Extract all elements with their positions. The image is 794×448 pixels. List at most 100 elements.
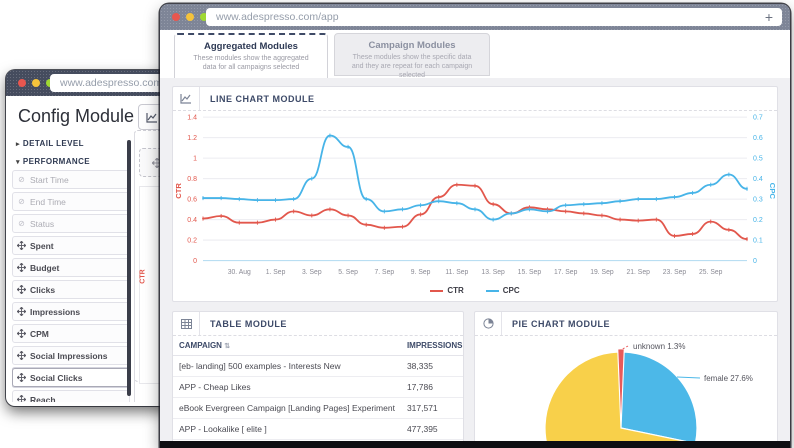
tab-strip: Aggregated Modules These modules show th… — [160, 30, 790, 79]
svg-text:7. Sep: 7. Sep — [375, 269, 395, 276]
column-header-campaign[interactable]: CAMPAIGN ⇅ — [173, 336, 401, 356]
sidebar-item-spent[interactable]: Spent — [12, 236, 130, 255]
sidebar-section-detail-level[interactable]: ▸DETAIL LEVEL — [12, 134, 130, 152]
module-header: LINE CHART MODULE — [173, 87, 777, 111]
sidebar-item-label: Reach — [30, 395, 56, 403]
tab-campaign-modules[interactable]: Campaign Modules These modules show the … — [334, 33, 490, 76]
table-row[interactable]: APP - Cheap Likes17,786122 — [173, 377, 464, 398]
svg-text:23. Sep: 23. Sep — [663, 269, 687, 276]
tab-label: Aggregated Modules — [175, 41, 327, 52]
sidebar-scrollbar[interactable] — [127, 140, 131, 396]
svg-text:17. Sep: 17. Sep — [554, 269, 578, 276]
svg-text:0: 0 — [193, 257, 197, 265]
svg-text:unknown 1.3%: unknown 1.3% — [633, 342, 685, 351]
svg-text:0.5: 0.5 — [753, 155, 763, 163]
svg-text:25. Sep: 25. Sep — [699, 269, 723, 276]
svg-text:CPC: CPC — [768, 183, 777, 200]
move-icon — [17, 329, 26, 338]
sidebar-item-cpm[interactable]: CPM — [12, 324, 130, 343]
svg-text:9. Sep: 9. Sep — [411, 269, 431, 276]
window-bottom-shadow — [160, 441, 790, 448]
sidebar-item-label: Social Clicks — [30, 373, 82, 383]
page-title: Config Module — [18, 106, 134, 127]
sidebar-item-social-clicks[interactable]: Social Clicks — [12, 368, 130, 387]
sidebar-item-impressions[interactable]: Impressions — [12, 302, 130, 321]
module-title: PIE CHART MODULE — [502, 312, 610, 335]
tab-description: These modules show the aggregated data f… — [175, 55, 327, 73]
sidebar-item-label: Start Time — [30, 175, 69, 185]
move-icon — [17, 263, 26, 272]
svg-text:0.4: 0.4 — [187, 216, 197, 224]
line-chart-icon — [173, 87, 200, 110]
chevron-right-icon: ▸ — [16, 141, 20, 148]
sidebar-item-label: Status — [30, 219, 54, 229]
line-chart-module: LINE CHART MODULE 1.41.210.80.60.40.200.… — [172, 86, 778, 302]
sidebar-item-reach[interactable]: Reach — [12, 390, 130, 402]
legend-item-ctr[interactable]: CTR — [430, 286, 463, 295]
sidebar-section-performance[interactable]: ▾PERFORMANCE — [12, 152, 130, 170]
module-header: PIE CHART MODULE — [475, 312, 777, 336]
module-title: LINE CHART MODULE — [200, 87, 315, 110]
sidebar-item-start-time: ⊘Start Time — [12, 170, 130, 189]
sort-arrows-icon: ⇅ — [224, 343, 230, 350]
pie-chart-module: PIE CHART MODULE unknown 1.3%female 27.6… — [474, 311, 778, 448]
svg-text:1.4: 1.4 — [187, 114, 197, 122]
legend-swatch — [430, 290, 443, 292]
move-icon — [17, 241, 26, 250]
app-window: www.adespresso.com/app + Aggregated Modu… — [160, 4, 790, 448]
table-icon — [173, 312, 200, 335]
move-icon — [17, 307, 26, 316]
sidebar-item-label: Budget — [30, 263, 59, 273]
new-tab-button[interactable]: + — [765, 8, 773, 26]
minimize-window-button[interactable] — [32, 79, 40, 87]
svg-text:13. Sep: 13. Sep — [481, 269, 505, 276]
svg-text:0.2: 0.2 — [187, 237, 197, 245]
table-row[interactable]: APP - Lookalike [ elite ]477,3951,006 — [173, 419, 464, 440]
table-row[interactable]: [eb- landing] 500 examples - Interests N… — [173, 356, 464, 377]
svg-text:0.1: 0.1 — [753, 237, 763, 245]
svg-text:0.6: 0.6 — [187, 196, 197, 204]
table-module: TABLE MODULE CAMPAIGN ⇅IMPRESSIONS ⇅CLIC… — [172, 311, 464, 448]
svg-text:5. Sep: 5. Sep — [338, 269, 358, 276]
svg-text:1.2: 1.2 — [187, 134, 197, 142]
pie-chart: unknown 1.3%female 27.6% — [475, 336, 777, 448]
svg-text:19. Sep: 19. Sep — [590, 269, 614, 276]
url-text: www.adespresso.com/app — [216, 11, 339, 23]
blocked-icon: ⊘ — [17, 219, 26, 228]
table-row[interactable]: eBook Evergreen Campaign [Landing Pages]… — [173, 398, 464, 419]
svg-text:21. Sep: 21. Sep — [626, 269, 650, 276]
tab-aggregated-modules[interactable]: Aggregated Modules These modules show th… — [174, 33, 328, 79]
config-sidebar: ▸DETAIL LEVEL▾PERFORMANCE⊘Start Time ⊘ End… — [12, 134, 135, 402]
close-window-button[interactable] — [172, 13, 180, 21]
minimize-window-button[interactable] — [186, 13, 194, 21]
close-window-button[interactable] — [18, 79, 26, 87]
sidebar-item-label: Spent — [30, 241, 54, 251]
svg-text:0.6: 0.6 — [753, 134, 763, 142]
svg-text:0.8: 0.8 — [187, 175, 197, 183]
sidebar-item-social-impressions[interactable]: Social Impressions — [12, 346, 130, 365]
svg-text:30. Aug: 30. Aug — [228, 269, 251, 276]
svg-text:0.3: 0.3 — [753, 196, 763, 204]
legend-swatch — [486, 290, 499, 292]
pie-chart-icon — [475, 312, 502, 335]
chart-legend: CTR CPC — [173, 286, 777, 295]
svg-text:0: 0 — [753, 257, 757, 265]
svg-text:11. Sep: 11. Sep — [445, 269, 468, 276]
line-chart-icon — [146, 112, 158, 123]
sidebar-item-label: CPM — [30, 329, 49, 339]
legend-item-cpc[interactable]: CPC — [486, 286, 520, 295]
sidebar-item-label: Social Impressions — [30, 351, 107, 361]
sidebar-item-status: ⊘ Status — [12, 214, 130, 233]
modules-content: LINE CHART MODULE 1.41.210.80.60.40.200.… — [160, 78, 790, 448]
svg-text:1. Sep: 1. Sep — [266, 269, 286, 276]
traffic-lights — [18, 79, 54, 87]
svg-text:0.7: 0.7 — [753, 114, 763, 122]
sidebar-item-label: End Time — [30, 197, 66, 207]
column-header-impressions[interactable]: IMPRESSIONS ⇅ — [401, 336, 464, 356]
sidebar-item-clicks[interactable]: Clicks — [12, 280, 130, 299]
sidebar-item-budget[interactable]: Budget — [12, 258, 130, 277]
url-bar[interactable]: www.adespresso.com/app + — [206, 8, 782, 26]
campaign-table: CAMPAIGN ⇅IMPRESSIONS ⇅CLICKS ⇅[eb- land… — [173, 336, 463, 448]
move-icon — [17, 395, 26, 402]
svg-text:0.4: 0.4 — [753, 175, 763, 183]
